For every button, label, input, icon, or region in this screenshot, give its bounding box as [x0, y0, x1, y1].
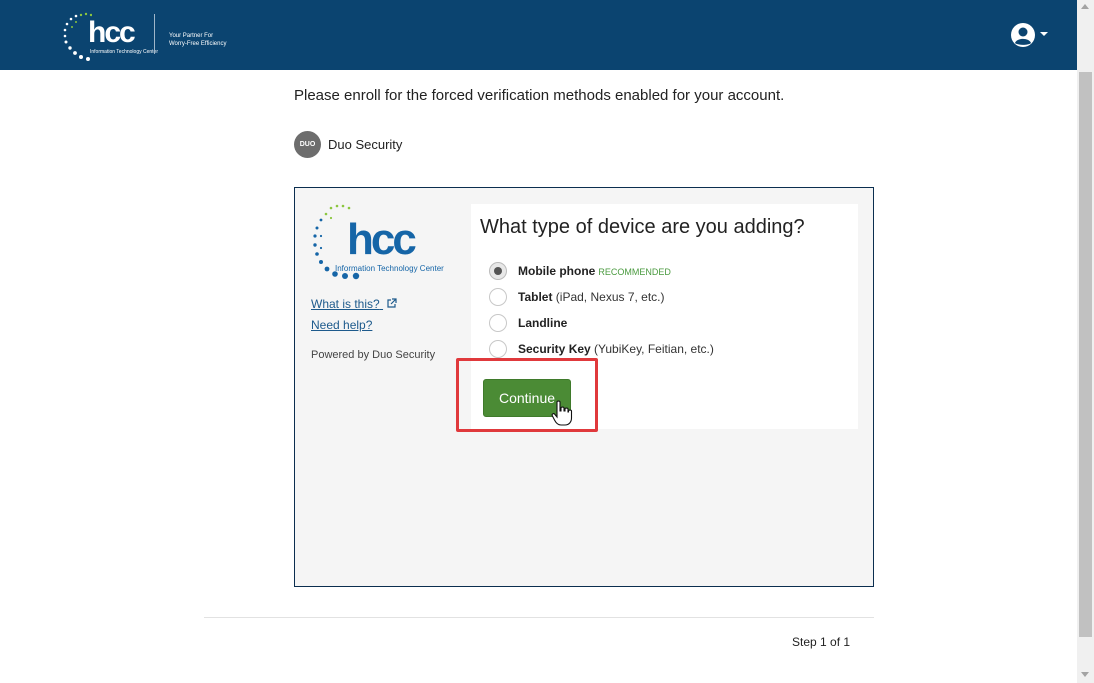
what-is-this-link[interactable]: What is this? [311, 297, 397, 311]
hand-pointer-cursor-icon [551, 400, 573, 426]
scrollbar-thumb[interactable] [1079, 72, 1092, 637]
option-security-key-label: Security Key [518, 342, 591, 356]
need-help-link[interactable]: Need help? [311, 318, 372, 332]
option-tablet-text: Tablet (iPad, Nexus 7, etc.) [518, 290, 665, 304]
tagline: Your Partner For Worry-Free Efficiency [169, 32, 226, 48]
footer-divider [204, 617, 874, 618]
device-question-heading: What type of device are you adding? [480, 216, 805, 238]
radio-landline[interactable] [489, 314, 507, 332]
option-landline-label: Landline [518, 316, 568, 330]
user-menu-button[interactable] [1010, 22, 1050, 48]
option-tablet-detail: (iPad, Nexus 7, etc.) [555, 290, 665, 304]
radio-tablet[interactable] [489, 288, 507, 306]
radio-security-key[interactable] [489, 340, 507, 358]
option-mobile-phone-text: Mobile phone RECOMMENDED [518, 264, 671, 278]
logo-divider [154, 14, 155, 54]
step-indicator: Step 1 of 1 [792, 635, 851, 649]
external-link-icon [387, 298, 397, 308]
option-security-key-text: Security Key (YubiKey, Feitian, etc.) [518, 342, 714, 356]
frame-logo-subtitle: Information Technology Center [335, 264, 444, 273]
option-mobile-phone-label: Mobile phone [518, 264, 596, 278]
radio-mobile-phone[interactable] [489, 262, 507, 280]
chevron-down-icon [1040, 32, 1048, 36]
duo-logo-icon: DUO [294, 131, 321, 158]
scroll-down-arrow-icon[interactable] [1081, 672, 1089, 677]
frame-logo-wordmark: hcc [347, 215, 417, 264]
hcc-logo[interactable]: hcc Information Technology Center Your P… [62, 12, 242, 66]
option-security-key-detail: (YubiKey, Feitian, etc.) [594, 342, 714, 356]
option-landline-text: Landline [518, 316, 567, 330]
what-is-this-label: What is this? [311, 297, 380, 311]
option-tablet-label: Tablet [518, 290, 553, 304]
tagline-line-1: Your Partner For [169, 33, 214, 39]
duo-security-label: Duo Security [328, 137, 403, 152]
powered-by-text: Powered by Duo Security [311, 349, 436, 361]
tagline-line-2: Worry-Free Efficiency [169, 41, 227, 47]
logo-wordmark: hcc [88, 16, 136, 49]
top-header-bar: hcc Information Technology Center Your P… [0, 0, 1077, 70]
vertical-scrollbar[interactable] [1077, 0, 1094, 683]
frame-hcc-logo: hcc Information Technology Center [307, 202, 447, 292]
user-circle-icon [1011, 23, 1035, 47]
scroll-up-arrow-icon[interactable] [1081, 4, 1089, 9]
recommended-badge: RECOMMENDED [598, 267, 671, 277]
duo-enrollment-frame: hcc Information Technology Center What i… [294, 187, 874, 587]
enroll-instructions: Please enroll for the forced verificatio… [294, 87, 785, 104]
logo-subtitle: Information Technology Center [90, 49, 159, 55]
